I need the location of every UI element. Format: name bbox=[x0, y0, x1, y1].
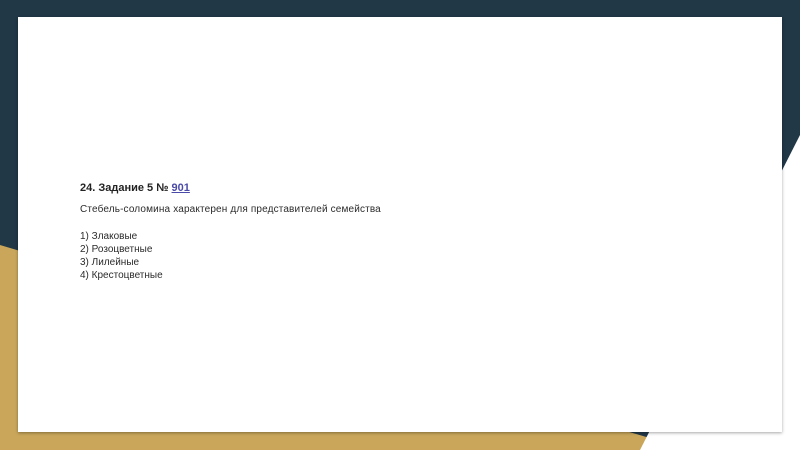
answer-options: 1) Злаковые 2) Розоцветные 3) Лилейные 4… bbox=[80, 230, 381, 282]
answer-option-1: 1) Злаковые bbox=[80, 231, 138, 242]
task-number-link[interactable]: 901 bbox=[172, 182, 190, 194]
slide-card: 24. Задание 5 № 901 Стебель-соломина хар… bbox=[18, 17, 782, 432]
answer-option-2: 2) Розоцветные bbox=[80, 244, 153, 255]
answer-option-4: 4) Крестоцветные bbox=[80, 270, 163, 281]
slide-background: 24. Задание 5 № 901 Стебель-соломина хар… bbox=[0, 0, 800, 450]
task-heading: 24. Задание 5 № 901 bbox=[80, 181, 381, 195]
task-heading-prefix: 24. Задание 5 № bbox=[80, 182, 172, 194]
task-block: 24. Задание 5 № 901 Стебель-соломина хар… bbox=[80, 181, 381, 282]
question-text: Стебель-соломина характерен для представ… bbox=[80, 204, 381, 215]
answer-option-3: 3) Лилейные bbox=[80, 257, 140, 268]
